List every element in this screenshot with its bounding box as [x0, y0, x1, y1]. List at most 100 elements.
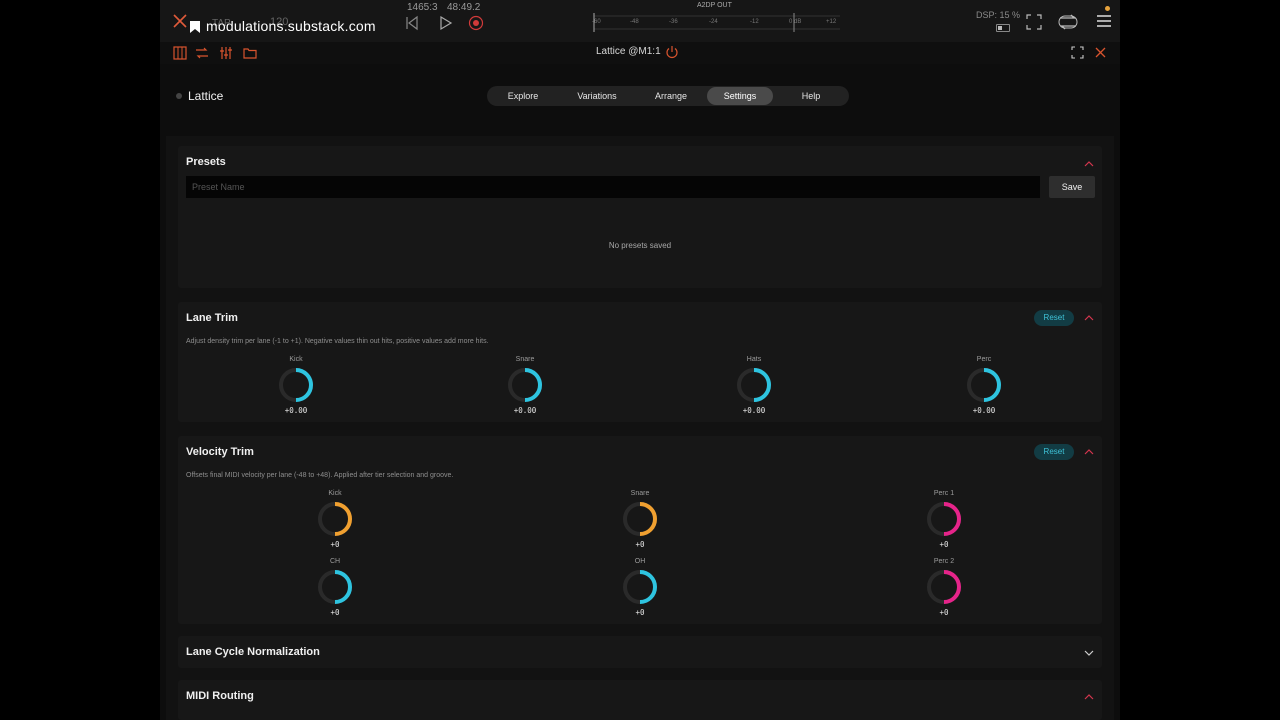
play-icon[interactable] [437, 15, 453, 31]
meter-tick: -12 [750, 19, 759, 25]
knob-value: +0 [330, 540, 340, 549]
tab-explore[interactable]: Explore [489, 87, 557, 105]
presets-panel: Presets Save No presets saved [178, 146, 1102, 288]
loop-icon[interactable] [195, 46, 209, 60]
velocity-trim-description: Offsets final MIDI velocity per lane (-4… [186, 472, 454, 479]
chevron-down-icon[interactable] [1084, 649, 1094, 657]
velocity-trim-title: Velocity Trim [186, 446, 254, 458]
menu-icon[interactable] [1096, 13, 1112, 29]
meter-tick: 0 dB [789, 19, 802, 25]
chevron-up-icon[interactable] [1084, 448, 1094, 456]
velocity-knob[interactable]: OH +0 [610, 557, 670, 617]
knob-value: +0 [939, 540, 949, 549]
chevron-up-icon[interactable] [1084, 693, 1094, 701]
meter-tick: -36 [669, 19, 678, 25]
lane-trim-knob[interactable]: Snare +0.00 [495, 355, 555, 415]
tab-settings[interactable]: Settings [707, 87, 773, 105]
plugin-title: Lattice @M1:1 [596, 46, 661, 57]
settings-content: Presets Save No presets saved Lane Trim … [166, 136, 1114, 720]
record-icon[interactable] [468, 15, 484, 31]
knob-label: Kick [328, 490, 342, 497]
meter-tick: -60 [592, 19, 601, 25]
velocity-knob[interactable]: Perc 1 +0 [914, 489, 974, 549]
knob-label: Perc [976, 356, 992, 363]
velocity-knob[interactable]: Perc 2 +0 [914, 557, 974, 617]
piano-icon[interactable] [173, 46, 187, 60]
save-button[interactable]: Save [1049, 176, 1095, 198]
meter-title: A2DP OUT [697, 2, 732, 9]
lane-trim-description: Adjust density trim per lane (-1 to +1).… [186, 338, 489, 345]
lane-trim-knob[interactable]: Kick +0.00 [266, 355, 326, 415]
lane-trim-panel: Lane Trim Reset Adjust density trim per … [178, 302, 1102, 422]
lane-cycle-panel[interactable]: Lane Cycle Normalization [178, 636, 1102, 668]
lane-trim-knob[interactable]: Perc +0.00 [954, 355, 1014, 415]
chevron-up-icon[interactable] [1084, 160, 1094, 168]
plugin-brand: Lattice [188, 89, 224, 103]
folder-icon[interactable] [243, 46, 257, 60]
knob-value: +0.00 [284, 406, 308, 415]
song-position: 1465:3 [407, 2, 438, 13]
knob-dial[interactable] [620, 499, 660, 539]
knob-dial[interactable] [315, 567, 355, 607]
app-window: TAP 120 modulations.substack.com 1465:3 … [160, 0, 1120, 720]
knob-label: CH [329, 558, 341, 565]
velocity-trim-panel: Velocity Trim Reset Offsets final MIDI v… [178, 436, 1102, 624]
meter-tick: +12 [826, 19, 837, 25]
chevron-up-icon[interactable] [1084, 314, 1094, 322]
rewind-icon[interactable] [404, 15, 420, 31]
knob-label: Hats [746, 356, 762, 363]
midi-routing-title: MIDI Routing [186, 690, 254, 702]
knob-dial[interactable] [620, 567, 660, 607]
dsp-readout: DSP: 15 % [976, 10, 1021, 20]
knob-label: Perc 2 [933, 558, 955, 565]
knob-dial[interactable] [276, 365, 316, 405]
knob-dial[interactable] [964, 365, 1004, 405]
meter-tick: -24 [709, 19, 718, 25]
knob-dial[interactable] [924, 499, 964, 539]
knob-dial[interactable] [734, 365, 774, 405]
lane-cycle-title: Lane Cycle Normalization [186, 646, 320, 658]
knob-dial[interactable] [505, 365, 545, 405]
velocity-knob[interactable]: Kick +0 [305, 489, 365, 549]
fullscreen-icon[interactable] [1026, 14, 1042, 30]
expand-icon[interactable] [1071, 46, 1084, 59]
empty-presets-text: No presets saved [608, 241, 672, 250]
meter-tick: -48 [630, 19, 639, 25]
bookmark-icon [190, 21, 200, 33]
status-dot [176, 93, 182, 99]
knob-value: +0 [330, 608, 340, 617]
knob-label: Snare [630, 490, 650, 497]
song-time: 48:49.2 [447, 2, 481, 13]
knob-value: +0 [635, 608, 645, 617]
close-plugin-icon[interactable] [1095, 47, 1106, 58]
velocity-knob[interactable]: CH +0 [305, 557, 365, 617]
notification-dot [1105, 6, 1110, 11]
knob-dial[interactable] [315, 499, 355, 539]
transport-bar: TAP 120 modulations.substack.com 1465:3 … [160, 0, 1120, 42]
close-icon[interactable] [172, 13, 188, 29]
tab-variations[interactable]: Variations [559, 87, 635, 105]
knob-value: +0 [635, 540, 645, 549]
lane-trim-title: Lane Trim [186, 312, 238, 324]
midi-routing-panel[interactable]: MIDI Routing [178, 680, 1102, 720]
preset-name-input[interactable] [186, 176, 1040, 198]
tab-arrange[interactable]: Arrange [637, 87, 705, 105]
lane-trim-knob[interactable]: Hats +0.00 [724, 355, 784, 415]
tab-help[interactable]: Help [775, 87, 847, 105]
knob-value: +0 [939, 608, 949, 617]
knob-label: OH [634, 558, 646, 565]
velocity-knob[interactable]: Snare +0 [610, 489, 670, 549]
knob-value: +0.00 [972, 406, 996, 415]
url-overlay: modulations.substack.com [206, 18, 376, 34]
presets-title: Presets [186, 156, 226, 168]
power-icon[interactable] [665, 45, 679, 59]
velocity-trim-reset-button[interactable]: Reset [1034, 444, 1074, 460]
knob-label: Snare [515, 356, 535, 363]
routing-icon[interactable] [1058, 12, 1078, 32]
knob-value: +0.00 [742, 406, 766, 415]
lane-trim-reset-button[interactable]: Reset [1034, 310, 1074, 326]
knob-label: Kick [289, 356, 303, 363]
knob-dial[interactable] [924, 567, 964, 607]
tab-bar: Explore Variations Arrange Settings Help [487, 86, 849, 106]
mixer-icon[interactable] [219, 46, 233, 60]
